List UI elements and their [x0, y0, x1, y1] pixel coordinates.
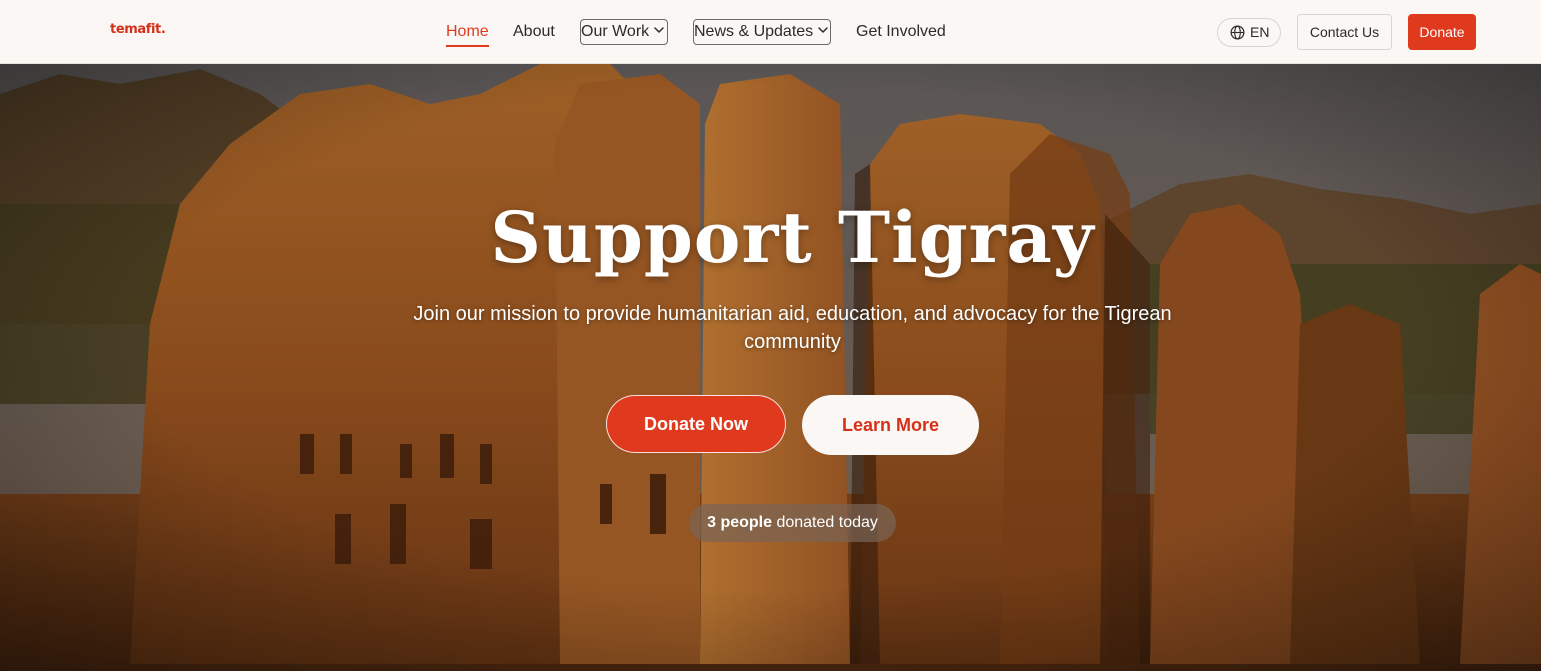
hero-subtitle: Join our mission to provide humanitarian…	[413, 303, 1172, 353]
chevron-down-icon	[818, 27, 828, 34]
learn-more-button[interactable]: Learn More	[802, 395, 979, 455]
hero-section: Support Tigray Join our mission to provi…	[0, 64, 1541, 671]
language-label: EN	[1250, 24, 1270, 40]
donation-suffix: donated today	[772, 514, 878, 531]
donation-activity-badge: 3 people donated today	[689, 504, 896, 542]
chevron-down-icon	[654, 27, 664, 34]
contact-us-button[interactable]: Contact Us	[1297, 14, 1392, 50]
nav-our-work-label: Our Work	[581, 23, 650, 40]
nav-news-updates[interactable]: News & Updates	[693, 19, 831, 45]
globe-icon	[1230, 25, 1245, 40]
nav-our-work[interactable]: Our Work	[580, 19, 668, 45]
nav-home[interactable]: Home	[446, 19, 489, 47]
nav-news-updates-label: News & Updates	[694, 23, 814, 40]
donate-now-button[interactable]: Donate Now	[606, 395, 786, 453]
nav-get-involved[interactable]: Get Involved	[856, 19, 946, 45]
donate-button[interactable]: Donate	[1408, 14, 1476, 50]
donation-count: 3 people	[707, 514, 773, 531]
language-selector[interactable]: EN	[1217, 18, 1281, 47]
nav-about[interactable]: About	[513, 19, 555, 45]
hero-title: Support Tigray	[490, 196, 1095, 279]
hero-background-image	[0, 64, 1541, 671]
site-header: temafit. Home About Our Work News & Upda…	[0, 0, 1541, 64]
